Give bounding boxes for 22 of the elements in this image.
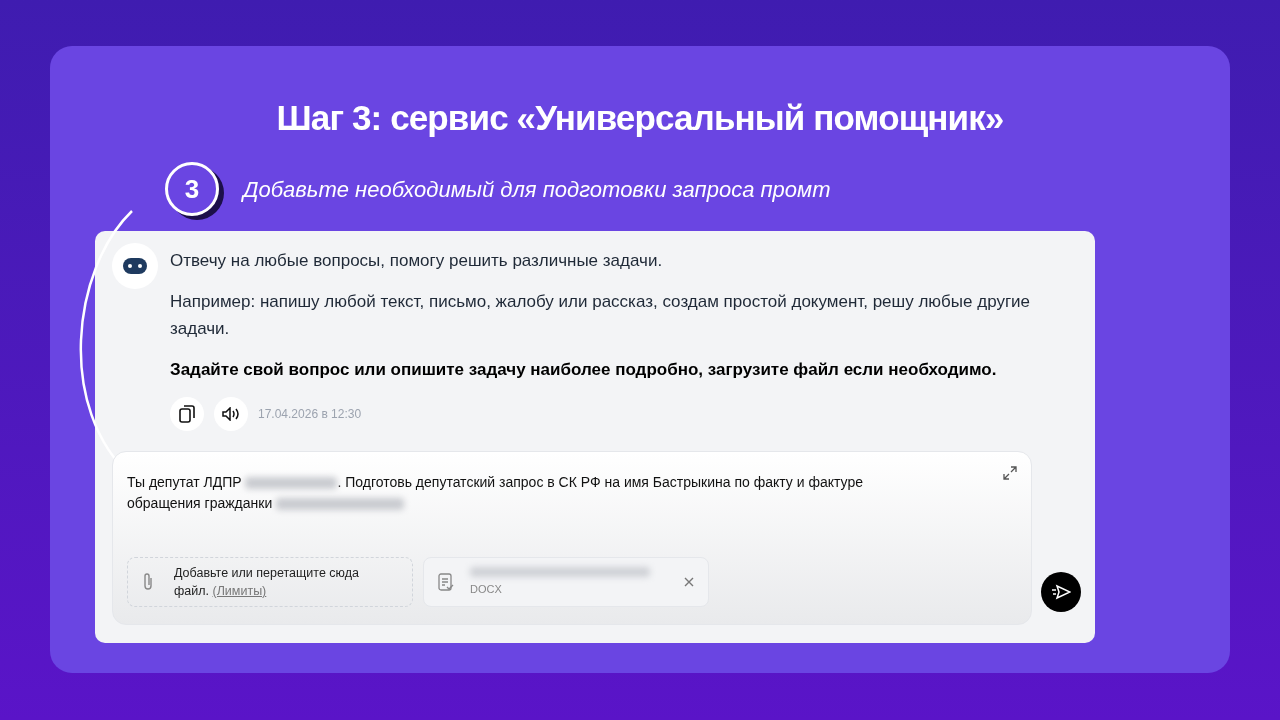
send-button[interactable] [1041,572,1081,612]
upload-dropzone[interactable]: Добавьте или перетащите сюда файл. (Лимиты) [127,557,413,607]
copy-button[interactable] [170,397,204,431]
copy-icon [179,405,195,423]
message-paragraph: Задайте свой вопрос или опишите задачу наиболее подробно, загрузите файл если необходимо. [170,359,998,381]
message-timestamp: 17.04.2026 в 12:30 [258,406,362,423]
file-type: DOCX [470,581,503,597]
speaker-icon [222,407,240,421]
expand-icon[interactable] [1003,466,1017,480]
limits-link[interactable]: (Лимиты) [212,584,267,598]
upload-hint: Добавьте или перетащите сюда файл. (Лимиты) [174,565,360,600]
speaker-button[interactable] [214,397,248,431]
message-paragraph: Отвечу на любые вопросы, помогу решить различные задачи. [170,250,664,272]
send-icon [1051,584,1071,600]
step-instruction: Добавьте необходимый для подготовки запроса промт [243,175,831,204]
close-icon[interactable] [684,577,694,587]
paperclip-icon [142,572,154,592]
robot-avatar-icon [112,243,158,289]
document-icon [438,573,454,591]
message-paragraph: Например: напишу любой текст, письмо, жалобу или рассказ, создам простой документ, решу любые другие задачи. [170,291,1032,340]
prompt-text: Ты депутат ЛДПР . Подготовь депутатский запрос в СК РФ на имя Бастрыкина по факту и фактуре обращения гражданки [127,473,864,513]
slide-title: Шаг 3: сервис «Универсальный помощник» [276,97,1004,139]
